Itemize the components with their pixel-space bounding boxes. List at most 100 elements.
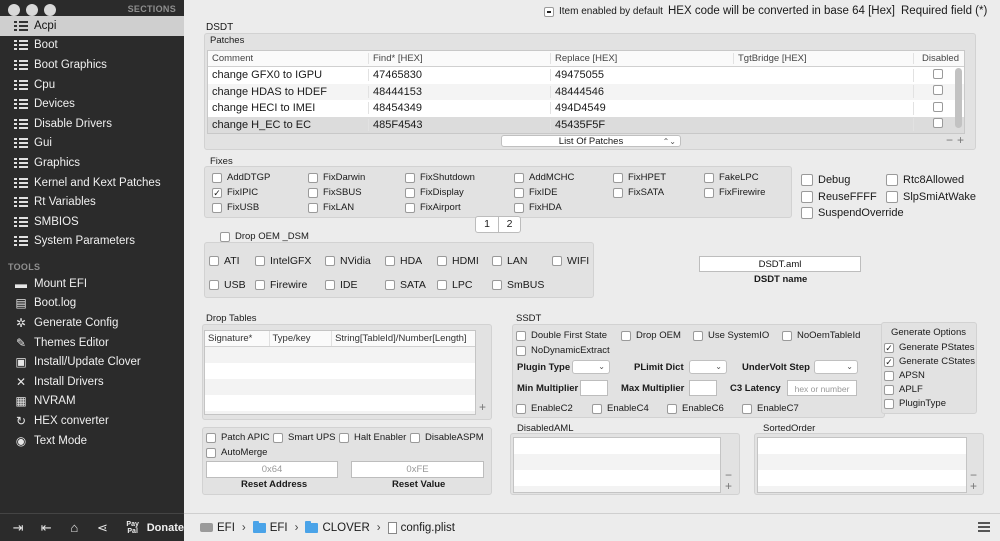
patch-disabled-checkbox[interactable] [933,85,943,96]
zoom-window-button[interactable] [44,4,56,16]
dsm-ati[interactable]: ATI [209,255,240,267]
checkbox[interactable] [592,403,602,414]
checkbox[interactable] [206,447,216,458]
remove-patch-button[interactable]: − [946,133,953,147]
checkbox[interactable] [308,202,318,213]
plimit-dict-dropdown[interactable]: ⌄ [689,360,727,374]
dsm-hdmi[interactable]: HDMI [437,255,479,267]
dsdt-name-input[interactable]: DSDT.aml [699,256,861,272]
ssdt-use-systemio[interactable]: Use SystemIO [693,330,769,341]
checkbox[interactable] [209,256,219,266]
patch-replace[interactable]: 45435F5F [550,118,733,131]
list-of-patches-dropdown[interactable]: List Of Patches ⌃⌄ [501,135,681,147]
tool-text-mode[interactable]: ◉ Text Mode [0,431,184,451]
patch-comment[interactable]: change GFX0 to IGPU [208,69,368,81]
patch-disabled-checkbox[interactable] [933,68,943,79]
column-header-type-key[interactable]: Type/key [268,331,332,346]
minimize-window-button[interactable] [26,4,38,16]
checkbox[interactable] [884,384,894,395]
checkbox[interactable] [886,191,898,203]
tool-install-drivers[interactable]: ✕ Install Drivers [0,372,184,392]
dsm-ide[interactable]: IDE [325,279,358,291]
ssdt-enablec6[interactable]: EnableC6 [667,403,724,414]
patch-replace[interactable]: 48444546 [550,85,733,98]
import-icon[interactable]: ⇥ [6,518,30,538]
patch-comment[interactable]: change HECI to IMEI [208,102,368,114]
checkbox[interactable] [410,432,420,443]
path-segment-config[interactable]: config.plist [387,521,455,534]
option-patch-apic[interactable]: Patch APIC [206,432,270,443]
patch-comment[interactable]: change H_EC to EC [208,119,368,131]
option-rtc8allowed[interactable]: Rtc8Allowed [886,174,964,186]
share-icon[interactable]: ⋖ [90,518,114,538]
sidebar-item-acpi[interactable]: Acpi [0,16,184,36]
generate-pstates[interactable]: ✓ Generate PStates [884,342,975,353]
generate-plugintype[interactable]: PluginType [884,398,946,409]
dsm-lan[interactable]: LAN [492,255,527,267]
sorted-order-list[interactable] [757,437,967,493]
option-debug[interactable]: Debug [801,174,850,186]
column-header-find[interactable]: Find* [HEX] [368,53,550,64]
drop-oem-dsm-toggle[interactable]: Drop OEM _DSM [220,231,309,242]
checkbox[interactable] [405,172,415,183]
column-header-replace[interactable]: Replace [HEX] [550,53,733,64]
option-smart-ups[interactable]: Smart UPS [273,432,336,443]
fix-fixsata[interactable]: FixSATA [613,187,664,198]
fix-fakelpc[interactable]: FakeLPC [704,172,759,183]
disabled-aml-list[interactable] [513,437,721,493]
patch-disabled-checkbox[interactable] [933,118,943,129]
sidebar-item-smbios[interactable]: SMBIOS [0,212,184,232]
checkbox[interactable] [385,256,395,266]
ssdt-enablec4[interactable]: EnableC4 [592,403,649,414]
sidebar-item-boot[interactable]: Boot [0,36,184,56]
checkbox[interactable] [782,330,792,341]
fix-fixfirewire[interactable]: FixFirewire [704,187,765,198]
checkbox[interactable] [325,256,335,266]
tool-install-update-clover[interactable]: ▣ Install/Update Clover [0,352,184,372]
patch-find[interactable]: 48454349 [368,102,550,115]
fix-fixhda[interactable]: FixHDA [514,202,562,213]
tool-nvram[interactable]: ▦ NVRAM [0,392,184,412]
checkbox[interactable] [212,202,222,213]
dsm-sata[interactable]: SATA [385,279,426,291]
sidebar-item-devices[interactable]: Devices [0,94,184,114]
checkbox[interactable] [212,172,222,183]
ssdt-nodynamicextract[interactable]: NoDynamicExtract [516,345,610,356]
page-2-button[interactable]: 2 [498,217,520,232]
dsm-firewire[interactable]: Firewire [255,279,307,291]
checkbox[interactable] [516,330,526,341]
dsm-hda[interactable]: HDA [385,255,422,267]
add-sorted-order-button[interactable]: + [970,479,977,493]
checkbox[interactable] [209,280,219,290]
patch-find[interactable]: 47465830 [368,69,550,82]
patch-disabled-checkbox[interactable] [933,101,943,112]
checkbox[interactable] [514,187,524,198]
max-multiplier-input[interactable] [689,380,717,396]
checkbox[interactable] [492,280,502,290]
generate-aplf[interactable]: APLF [884,384,923,395]
checkbox[interactable] [801,207,813,219]
sidebar-item-graphics[interactable]: Graphics [0,153,184,173]
option-slpsmiatwake[interactable]: SlpSmiAtWake [886,191,976,203]
option-disableaspm[interactable]: DisableASPM [410,432,484,443]
path-segment-clover[interactable]: CLOVER [305,520,370,534]
checkbox[interactable] [886,174,898,186]
add-patch-button[interactable]: + [957,133,964,147]
ssdt-enablec7[interactable]: EnableC7 [742,403,799,414]
sidebar-item-disable-drivers[interactable]: Disable Drivers [0,114,184,134]
patch-replace[interactable]: 49475055 [550,69,733,82]
checkbox[interactable] [385,280,395,290]
dsm-lpc[interactable]: LPC [437,279,472,291]
sidebar-item-gui[interactable]: Gui [0,134,184,154]
patch-find[interactable]: 485F4543 [368,118,550,131]
table-row[interactable]: change HECI to IMEI 48454349 494D4549 [208,100,964,117]
dsm-smbus[interactable]: SmBUS [492,279,544,291]
fix-addmchc[interactable]: AddMCHC [514,172,574,183]
checkbox[interactable] [801,191,813,203]
path-segment-volume[interactable]: EFI [200,522,235,534]
checkbox[interactable] [516,403,526,414]
checkbox[interactable] [613,172,623,183]
checkbox[interactable] [884,370,894,381]
ssdt-double-first-state[interactable]: Double First State [516,330,607,341]
c3-latency-input[interactable]: hex or number [787,380,857,396]
